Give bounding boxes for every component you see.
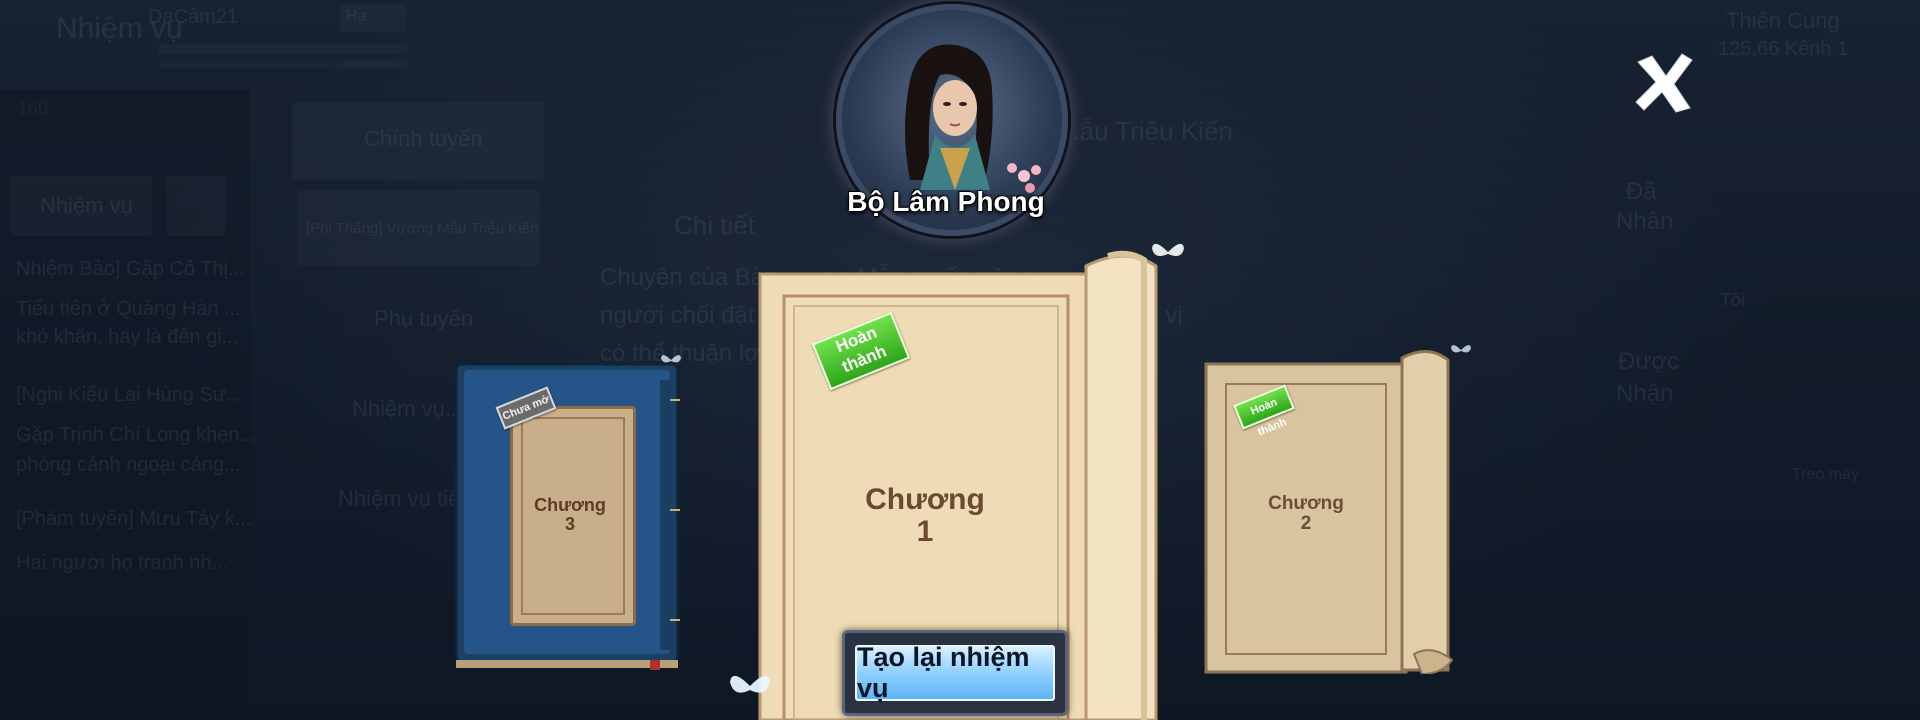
chapter-2-title: Chương 2	[1206, 494, 1406, 534]
chapter-2-scroll[interactable]: Chương 2 Hoàn thành	[1202, 344, 1462, 674]
chapter-3-book[interactable]: Chương 3 Chưa mở	[450, 360, 686, 670]
close-button[interactable]	[1630, 52, 1698, 116]
butterfly-icon	[661, 354, 681, 363]
hero-name: Bộ Lâm Phong	[847, 186, 1045, 217]
chapter-1-number: 1	[916, 514, 934, 548]
chapter-1-title: Chương 1	[760, 484, 1090, 547]
butterfly-icon	[730, 675, 770, 693]
chapter-3-title: Chương 3	[510, 496, 630, 534]
chapter-2-number: 2	[1300, 512, 1312, 534]
butterfly-icon	[1152, 243, 1184, 256]
chapter-1-label: Chương	[865, 483, 985, 516]
reset-quest-button[interactable]: Tạo lại nhiệm vụ	[842, 630, 1068, 716]
hero-face-icon	[905, 44, 993, 190]
chapter-3-number: 3	[564, 513, 575, 534]
butterfly-icon	[1451, 344, 1471, 353]
close-icon	[1635, 53, 1693, 113]
reset-quest-label: Tạo lại nhiệm vụ	[855, 642, 1055, 703]
chapter-3-label: Chương	[534, 495, 606, 515]
chapter-2-label: Chương	[1268, 493, 1344, 514]
